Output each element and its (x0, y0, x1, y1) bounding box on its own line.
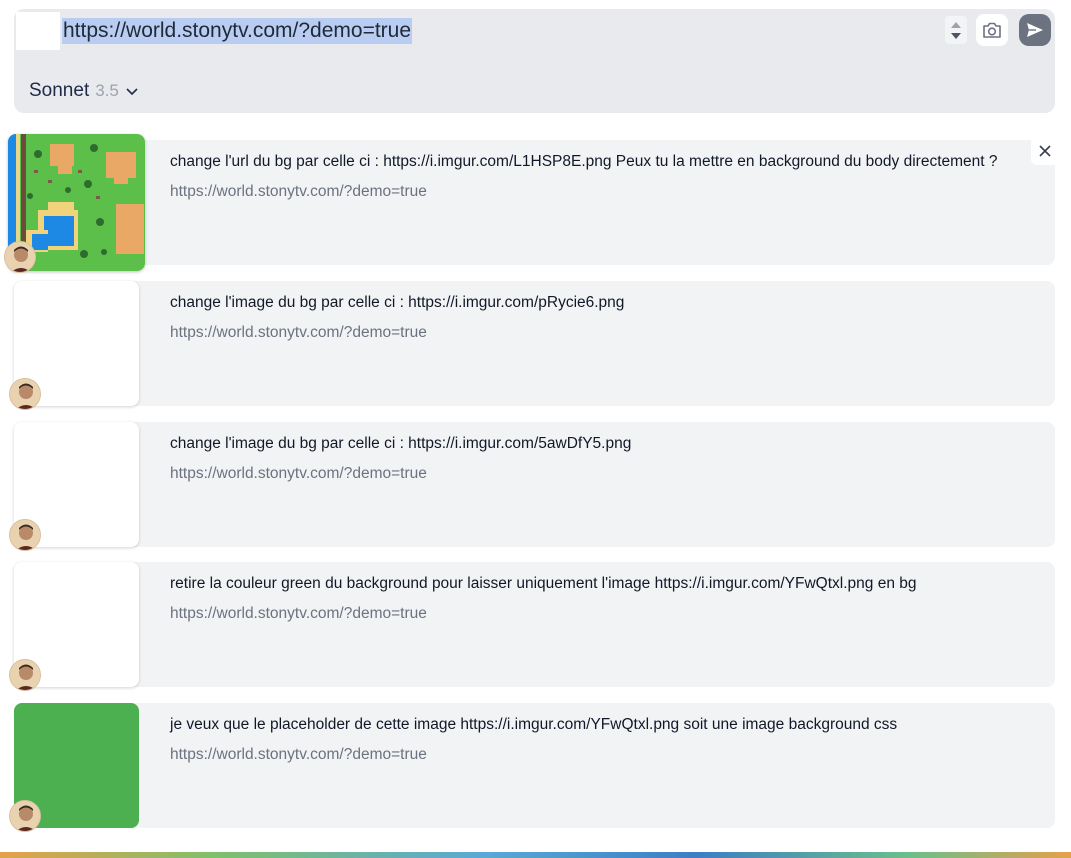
history-item[interactable]: retire la couleur green du background po… (9, 562, 1055, 691)
avatar (9, 519, 41, 551)
history-item[interactable]: je veux que le placeholder de cette imag… (9, 703, 1055, 832)
avatar (9, 378, 41, 410)
chevron-down-icon (126, 88, 138, 96)
prompt-input[interactable]: https://world.stonytv.com/?demo=true (62, 18, 413, 44)
prompt-composer: https://world.stonytv.com/?demo=true Son… (14, 9, 1055, 113)
avatar (9, 659, 41, 691)
history-prompt-text: je veux que le placeholder de cette imag… (170, 716, 898, 733)
history-prompt-text: change l'url du bg par celle ci : https:… (170, 153, 998, 170)
history-url[interactable]: https://world.stonytv.com/?demo=true (170, 745, 427, 765)
number-spinner[interactable] (945, 16, 967, 44)
close-icon (1039, 145, 1051, 157)
composer-swatch (16, 12, 60, 50)
history-item[interactable]: change l'url du bg par celle ci : https:… (4, 134, 1055, 273)
history-prompt-text: retire la couleur green du background po… (170, 575, 917, 592)
history-item[interactable]: change l'image du bg par celle ci : http… (9, 422, 1055, 551)
model-version: 3.5 (95, 81, 119, 100)
avatar (9, 800, 41, 832)
model-name: Sonnet (29, 80, 90, 101)
send-icon (1027, 23, 1043, 37)
history-url[interactable]: https://world.stonytv.com/?demo=true (170, 323, 427, 343)
send-button[interactable] (1019, 14, 1051, 46)
avatar (4, 241, 36, 273)
model-selector[interactable]: Sonnet 3.5 (29, 79, 139, 103)
camera-icon (983, 22, 1001, 38)
history-url[interactable]: https://world.stonytv.com/?demo=true (170, 464, 427, 484)
spinner-down-icon[interactable] (951, 33, 961, 39)
spinner-up-icon[interactable] (951, 22, 961, 28)
history-item[interactable]: change l'image du bg par celle ci : http… (9, 281, 1055, 410)
screenshot-button[interactable] (976, 14, 1008, 46)
history-url[interactable]: https://world.stonytv.com/?demo=true (170, 182, 427, 202)
history-url[interactable]: https://world.stonytv.com/?demo=true (170, 604, 427, 624)
close-button[interactable] (1031, 137, 1059, 165)
history-prompt-text: change l'image du bg par celle ci : http… (170, 435, 632, 452)
window-bottom-edge (0, 852, 1071, 858)
history-prompt-text: change l'image du bg par celle ci : http… (170, 294, 625, 311)
